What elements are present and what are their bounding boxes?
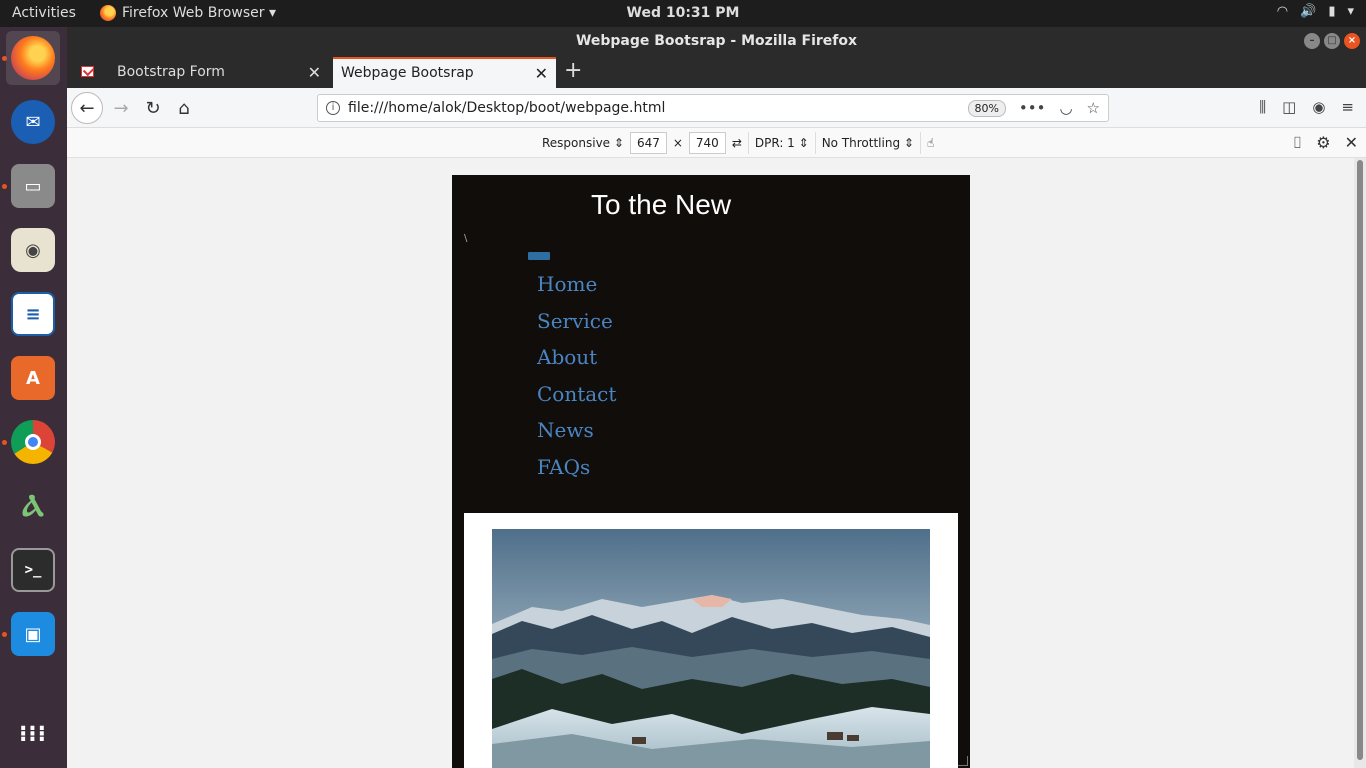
tab-webpage-bootsrap[interactable]: Webpage Bootsrap ✕	[333, 57, 556, 88]
nav-link-home[interactable]: Home	[537, 270, 616, 307]
window-title-bar: Webpage Bootsrap - Mozilla Firefox – □ ×	[67, 27, 1366, 55]
chevron-down-icon: ▾	[1347, 4, 1354, 19]
url-bar[interactable]: i file:///home/alok/Desktop/boot/webpage…	[317, 94, 1109, 122]
dock-software[interactable]: A	[6, 351, 60, 405]
close-tab-icon[interactable]: ✕	[535, 59, 548, 88]
screenshot-icon[interactable]: ⌷	[1293, 133, 1303, 153]
hero-image-container	[464, 513, 958, 768]
firefox-small-icon	[100, 5, 116, 21]
page-actions-icon[interactable]: •••	[1019, 95, 1046, 121]
divider	[747, 132, 749, 154]
navbar-toggler-button[interactable]	[528, 252, 550, 260]
battery-icon: ▮	[1328, 4, 1336, 19]
times-sign: ×	[672, 136, 683, 150]
tab-label: Bootstrap Form	[117, 64, 225, 80]
wifi-icon: ◠	[1276, 4, 1289, 19]
dpr-selector[interactable]: DPR: 1 ⇕	[755, 136, 809, 150]
rhythmbox-icon: ◉	[11, 228, 55, 272]
close-tab-icon[interactable]: ✕	[308, 57, 321, 88]
window-title: Webpage Bootsrap - Mozilla Firefox	[575, 33, 858, 49]
navigation-bar: ← → ↻ ⌂ i file:///home/alok/Desktop/boot…	[67, 88, 1366, 128]
home-button[interactable]: ⌂	[170, 94, 198, 122]
height-input[interactable]: 740	[688, 132, 726, 154]
resize-handle[interactable]	[958, 756, 968, 766]
android-studio-icon: Ⲁ	[22, 488, 44, 524]
chrome-icon	[11, 420, 55, 464]
nav-link-service[interactable]: Service	[537, 307, 616, 344]
dock-app[interactable]: ▣	[6, 607, 60, 661]
settings-icon[interactable]: ⚙	[1316, 133, 1330, 153]
terminal-icon: >_	[11, 548, 55, 592]
pocket-icon[interactable]: ◡	[1059, 95, 1072, 121]
maximize-button[interactable]: □	[1324, 33, 1340, 49]
show-apps-icon: ⁝⁝⁝	[18, 721, 48, 747]
mountain-landscape-image	[492, 529, 930, 768]
dock: ✉ ▭ ◉ ≡ A Ⲁ >_ ▣ ⁝⁝⁝	[0, 27, 67, 768]
nav-link-about[interactable]: About	[537, 343, 616, 380]
device-selector[interactable]: Responsive ⇕	[542, 136, 624, 150]
tab-strip: Bootstrap Form ✕ Webpage Bootsrap ✕ +	[67, 55, 1366, 88]
dock-files[interactable]: ▭	[6, 159, 60, 213]
dock-terminal[interactable]: >_	[6, 543, 60, 597]
vertical-scrollbar[interactable]	[1354, 158, 1366, 768]
minimize-button[interactable]: –	[1304, 33, 1320, 49]
running-indicator	[2, 184, 7, 189]
sidebar-icon[interactable]: ◫	[1282, 98, 1296, 116]
dock-rhythmbox[interactable]: ◉	[6, 223, 60, 277]
running-indicator	[2, 632, 7, 637]
nav-link-news[interactable]: News	[537, 416, 616, 453]
close-window-button[interactable]: ×	[1344, 33, 1360, 49]
writer-icon: ≡	[11, 292, 55, 336]
zoom-badge[interactable]: 80%	[967, 100, 1006, 117]
gmail-icon	[81, 66, 94, 77]
back-button[interactable]: ←	[71, 92, 103, 124]
system-tray[interactable]: ◠ 🔊 ▮ ▾	[1277, 4, 1354, 19]
menu-icon[interactable]: ≡	[1341, 98, 1354, 116]
nav-menu: Home Service About Contact News FAQs	[537, 270, 616, 489]
bookmark-star-icon[interactable]: ☆	[1087, 95, 1100, 121]
responsive-toolbar: Responsive ⇕ 647 × 740 ⇄ DPR: 1 ⇕ No Thr…	[67, 128, 1366, 158]
dock-firefox[interactable]	[6, 31, 60, 85]
close-rdm-icon[interactable]: ✕	[1345, 133, 1358, 153]
running-indicator	[2, 440, 7, 445]
account-icon[interactable]: ◉	[1312, 98, 1325, 116]
app-icon: ▣	[11, 612, 55, 656]
divider	[814, 132, 816, 154]
throttling-selector[interactable]: No Throttling ⇕	[822, 136, 914, 150]
navbar-brand[interactable]: To the New	[591, 189, 731, 221]
new-tab-button[interactable]: +	[564, 59, 582, 83]
app-menu[interactable]: Firefox Web Browser ▾	[100, 5, 276, 21]
activities-button[interactable]: Activities	[12, 5, 76, 21]
files-icon: ▭	[11, 164, 55, 208]
forward-button[interactable]: →	[107, 94, 135, 122]
library-icon[interactable]: ⫼	[1259, 98, 1266, 116]
dock-show-apps[interactable]: ⁝⁝⁝	[6, 707, 60, 761]
dock-android-studio[interactable]: Ⲁ	[6, 479, 60, 533]
rotate-icon[interactable]: ⇄	[732, 136, 742, 150]
nav-link-contact[interactable]: Contact	[537, 380, 616, 417]
dock-writer[interactable]: ≡	[6, 287, 60, 341]
thunderbird-icon: ✉	[11, 100, 55, 144]
tab-label: Webpage Bootsrap	[341, 65, 474, 81]
dock-chrome[interactable]	[6, 415, 60, 469]
firefox-icon	[11, 36, 55, 80]
running-indicator	[2, 56, 7, 61]
reload-button[interactable]: ↻	[139, 94, 167, 122]
gnome-top-bar: Activities Firefox Web Browser ▾ Wed 10:…	[0, 0, 1366, 27]
volume-icon: 🔊	[1300, 4, 1317, 19]
url-text[interactable]: file:///home/alok/Desktop/boot/webpage.h…	[348, 100, 665, 116]
stray-character: \	[464, 233, 468, 244]
scrollbar-thumb[interactable]	[1357, 160, 1363, 760]
nav-link-faqs[interactable]: FAQs	[537, 453, 616, 490]
width-input[interactable]: 647	[629, 132, 667, 154]
software-icon: A	[11, 356, 55, 400]
tab-bootstrap-form[interactable]: Bootstrap Form ✕	[67, 57, 329, 88]
app-menu-label: Firefox Web Browser ▾	[122, 5, 276, 21]
info-icon[interactable]: i	[326, 101, 340, 115]
touch-simulation-icon[interactable]: ☝	[927, 136, 934, 150]
divider	[919, 132, 921, 154]
rendered-page: To the New \ Home Service About Contact …	[452, 175, 970, 768]
dock-thunderbird[interactable]: ✉	[6, 95, 60, 149]
